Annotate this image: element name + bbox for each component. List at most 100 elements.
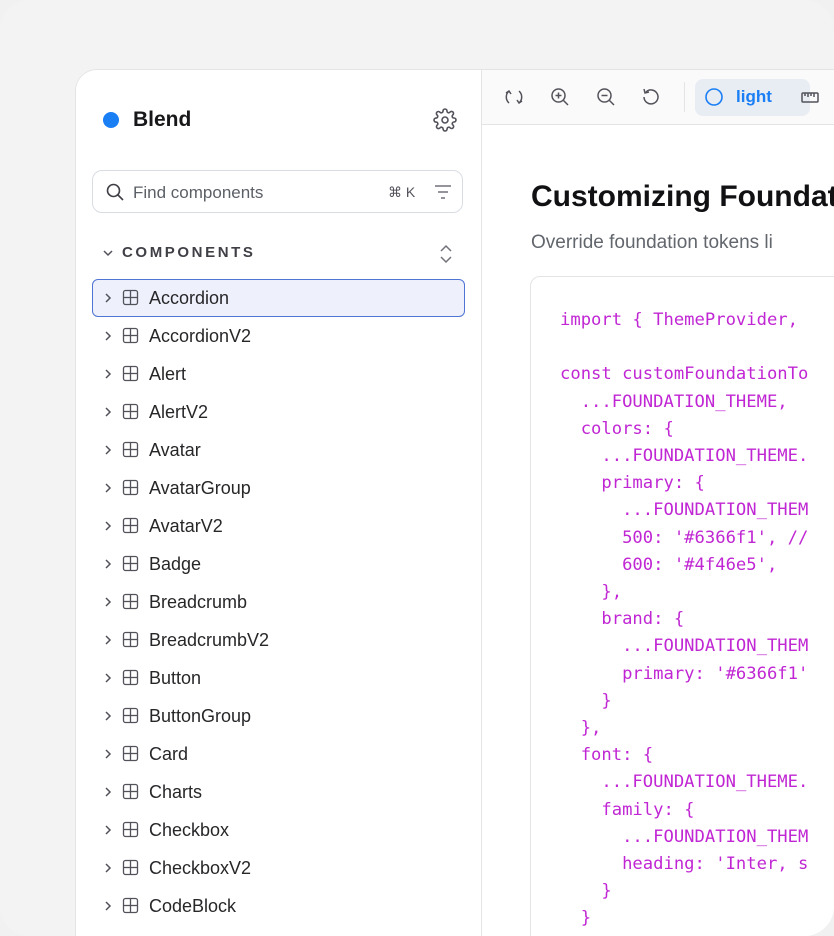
component-grid-icon xyxy=(122,403,139,420)
code-line: ...FOUNDATION_THEME. xyxy=(560,446,809,467)
tree-item-label: CheckboxV2 xyxy=(149,858,252,878)
shortcut-hint: ⌘ K xyxy=(388,184,416,200)
chevron-right-icon[interactable] xyxy=(102,406,114,418)
chevron-right-icon[interactable] xyxy=(102,558,114,570)
component-grid-icon xyxy=(122,631,139,648)
code-line: import { ThemeProvider, xyxy=(560,310,798,330)
component-grid-icon xyxy=(122,669,139,686)
code-line: ...FOUNDATION_THEME, xyxy=(560,391,788,412)
chevron-right-icon[interactable] xyxy=(102,786,114,798)
code-content: import { ThemeProvider, const customFoun… xyxy=(560,307,808,936)
component-grid-icon xyxy=(122,593,139,610)
chevron-right-icon[interactable] xyxy=(102,862,114,874)
tree-item-label: Charts xyxy=(149,782,203,802)
code-block[interactable]: import { ThemeProvider, const customFoun… xyxy=(530,276,834,936)
tree-item-accordionv2[interactable]: AccordionV2 xyxy=(92,317,465,355)
code-line: font: { xyxy=(560,745,654,766)
expand-collapse-icon[interactable] xyxy=(436,241,456,267)
component-grid-icon xyxy=(122,897,139,914)
tree-item-breadcrumbv2[interactable]: BreadcrumbV2 xyxy=(92,621,465,659)
tree-item-badge[interactable]: Badge xyxy=(92,545,465,583)
tree-item-label: Avatar xyxy=(149,440,201,460)
tree-item-checkbox[interactable]: Checkbox xyxy=(92,811,465,849)
tree-item-avatargroup[interactable]: AvatarGroup xyxy=(92,469,465,507)
code-line: colors: { xyxy=(560,418,674,439)
code-line: ...FOUNDATION_THEM xyxy=(560,636,809,657)
settings-gear-icon[interactable] xyxy=(433,108,457,132)
tree-item-label: Button xyxy=(149,668,202,688)
tree-item-avatarv2[interactable]: AvatarV2 xyxy=(92,507,465,545)
app-window: Blend Find components ⌘ K COMPONENTS Acc… xyxy=(75,69,834,936)
tree-item-checkboxv2[interactable]: CheckboxV2 xyxy=(92,849,465,887)
tree-item-label: CodeBlock xyxy=(149,896,237,916)
code-line: family: { xyxy=(560,799,695,820)
tree-item-card[interactable]: Card xyxy=(92,735,465,773)
filter-icon[interactable] xyxy=(433,183,453,201)
theme-toggle-button[interactable]: light xyxy=(695,79,810,116)
tree-item-codeblock[interactable]: CodeBlock xyxy=(92,887,465,925)
chevron-right-icon[interactable] xyxy=(102,900,114,912)
chevron-right-icon[interactable] xyxy=(102,292,114,304)
chevron-right-icon[interactable] xyxy=(102,596,114,608)
tree-item-label: Badge xyxy=(149,554,202,574)
tree-item-label: AvatarV2 xyxy=(149,516,223,536)
component-grid-icon xyxy=(122,555,139,572)
component-grid-icon xyxy=(122,479,139,496)
search-icon xyxy=(106,183,124,201)
tree-item-alert[interactable]: Alert xyxy=(92,355,465,393)
code-line: } xyxy=(560,881,612,902)
chevron-right-icon[interactable] xyxy=(102,672,114,684)
code-line: 600: '#4f46e5', xyxy=(560,554,778,575)
preview-toolbar: light xyxy=(482,70,834,125)
chevron-right-icon[interactable] xyxy=(102,482,114,494)
code-line: primary: '#6366f1' xyxy=(560,663,809,684)
reset-icon[interactable] xyxy=(503,86,525,108)
code-line: }, xyxy=(560,582,623,603)
chevron-right-icon[interactable] xyxy=(102,330,114,342)
search-input[interactable]: Find components ⌘ K xyxy=(92,170,463,213)
component-grid-icon xyxy=(122,783,139,800)
tree-item-accordion[interactable]: Accordion xyxy=(92,279,465,317)
search-placeholder: Find components xyxy=(133,183,264,202)
tree-item-charts[interactable]: Charts xyxy=(92,773,465,811)
component-grid-icon xyxy=(122,365,139,382)
tree-item-breadcrumb[interactable]: Breadcrumb xyxy=(92,583,465,621)
code-line: primary: { xyxy=(560,473,705,494)
tree-item-label: Breadcrumb xyxy=(149,592,248,612)
components-section-header[interactable]: COMPONENTS xyxy=(102,244,256,261)
code-line: ...FOUNDATION_THEME. xyxy=(560,772,809,793)
section-label: COMPONENTS xyxy=(122,244,256,261)
doc-title: Customizing Foundat xyxy=(531,180,834,213)
zoom-in-icon[interactable] xyxy=(549,86,571,108)
code-line: } xyxy=(560,690,612,711)
code-line: ...FOUNDATION_THEM xyxy=(560,826,809,847)
toolbar-divider xyxy=(684,82,685,112)
chevron-right-icon[interactable] xyxy=(102,824,114,836)
app-frame: Blend Find components ⌘ K COMPONENTS Acc… xyxy=(0,0,834,936)
tree-item-label: Accordion xyxy=(149,288,230,308)
circle-icon xyxy=(705,88,723,106)
code-line: 500: '#6366f1', // xyxy=(560,527,809,548)
code-line: const customFoundationTo xyxy=(560,364,809,385)
chevron-right-icon[interactable] xyxy=(102,368,114,380)
chevron-right-icon[interactable] xyxy=(102,520,114,532)
code-line: heading: 'Inter, s xyxy=(560,854,809,875)
tree-item-avatar[interactable]: Avatar xyxy=(92,431,465,469)
zoom-out-icon[interactable] xyxy=(595,86,617,108)
chevron-right-icon[interactable] xyxy=(102,748,114,760)
component-grid-icon xyxy=(122,289,139,306)
chevron-right-icon[interactable] xyxy=(102,634,114,646)
tree-item-label: Checkbox xyxy=(149,820,230,840)
tree-item-buttongroup[interactable]: ButtonGroup xyxy=(92,697,465,735)
code-line: ...FOUNDATION_THEM xyxy=(560,500,809,521)
chevron-right-icon[interactable] xyxy=(102,710,114,722)
tree-item-alertv2[interactable]: AlertV2 xyxy=(92,393,465,431)
sidebar: Blend Find components ⌘ K COMPONENTS Acc… xyxy=(76,70,482,936)
chevron-right-icon[interactable] xyxy=(102,444,114,456)
refresh-icon[interactable] xyxy=(640,86,662,108)
component-grid-icon xyxy=(122,517,139,534)
tree-item-button[interactable]: Button xyxy=(92,659,465,697)
brand[interactable]: Blend xyxy=(103,108,191,132)
code-line: } xyxy=(560,908,592,929)
ruler-icon[interactable] xyxy=(800,87,820,107)
